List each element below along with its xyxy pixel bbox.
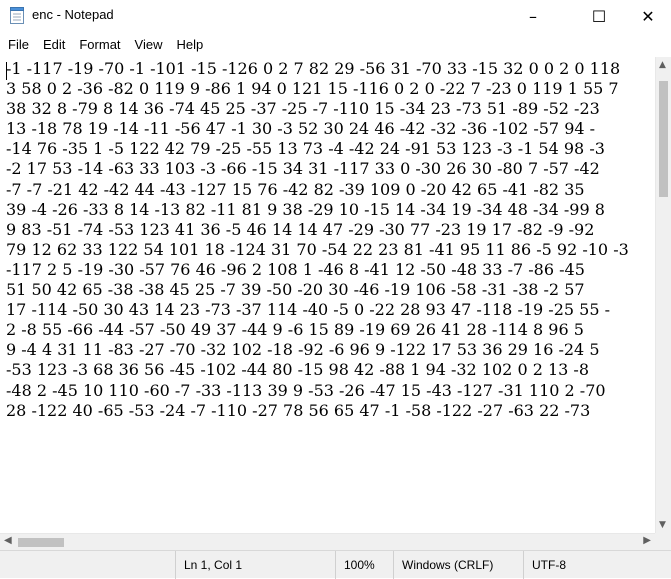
window-title: enc - Notepad	[32, 7, 114, 22]
zoom-level: 100%	[335, 551, 393, 579]
scroll-up-icon[interactable]: ▲	[659, 60, 666, 70]
editor-text[interactable]: -1 -117 -19 -70 -1 -101 -15 -126 0 2 7 8…	[6, 59, 629, 421]
cursor-position-text: Ln 1, Col 1	[184, 558, 243, 572]
menu-bar: File Edit Format View Help	[0, 34, 671, 56]
scroll-right-icon[interactable]: ▶	[643, 535, 651, 546]
encoding: UTF-8	[523, 551, 671, 579]
menu-edit[interactable]: Edit	[35, 34, 71, 56]
text-line: 13 -18 78 19 -14 -11 -56 47 -1 30 -3 52 …	[6, 119, 596, 139]
text-line: 79 12 62 33 122 54 101 18 -124 31 70 -54…	[6, 239, 629, 259]
cursor-position: Ln 1, Col 1	[175, 551, 335, 579]
text-line: 9 -4 4 31 11 -83 -27 -70 -32 102 -18 -92…	[6, 340, 600, 360]
text-line: -14 76 -35 1 -5 122 42 79 -25 -55 13 73 …	[6, 139, 605, 159]
vertical-scroll-thumb[interactable]	[659, 81, 668, 197]
title-bar[interactable]: enc - Notepad – ☐ ✕	[0, 0, 671, 32]
zoom-level-text: 100%	[344, 558, 375, 572]
menu-view[interactable]: View	[127, 34, 169, 56]
text-line: 17 -114 -50 30 43 14 23 -73 -37 114 -40 …	[6, 300, 610, 320]
maximize-button[interactable]: ☐	[576, 0, 622, 32]
vertical-scrollbar[interactable]: ▲ ▼	[655, 57, 671, 533]
text-line: 2 -8 55 -66 -44 -57 -50 49 37 -44 9 -6 1…	[6, 320, 584, 340]
line-ending: Windows (CRLF)	[393, 551, 523, 579]
menu-help[interactable]: Help	[168, 34, 209, 56]
close-button[interactable]: ✕	[625, 0, 671, 32]
horizontal-scrollbar[interactable]: ◀ ▶	[0, 533, 655, 550]
text-line: 51 50 42 65 -38 -38 45 25 -7 39 -50 -20 …	[6, 280, 585, 300]
minimize-button[interactable]: –	[510, 0, 556, 32]
text-line: 38 32 8 -79 8 14 36 -74 45 25 -37 -25 -7…	[6, 99, 600, 119]
text-editor[interactable]: -1 -117 -19 -70 -1 -101 -15 -126 0 2 7 8…	[0, 57, 655, 533]
text-line: -1 -117 -19 -70 -1 -101 -15 -126 0 2 7 8…	[6, 59, 621, 78]
text-line: -48 2 -45 10 110 -60 -7 -33 -113 39 9 -5…	[6, 380, 606, 400]
text-line: 3 58 0 2 -36 -82 0 119 9 -86 1 94 0 121 …	[6, 79, 619, 99]
horizontal-scroll-thumb[interactable]	[18, 538, 64, 547]
text-line: -7 -7 -21 42 -42 44 -43 -127 15 76 -42 8…	[6, 179, 585, 199]
scroll-down-icon[interactable]: ▼	[659, 520, 666, 530]
status-bar: Ln 1, Col 1 100% Windows (CRLF) UTF-8	[0, 550, 671, 579]
text-line: 28 -122 40 -65 -53 -24 -7 -110 -27 78 56…	[6, 400, 591, 420]
scrollbar-corner	[655, 533, 671, 550]
line-ending-text: Windows (CRLF)	[402, 558, 494, 572]
maximize-icon: ☐	[591, 6, 607, 26]
close-icon: ✕	[641, 6, 655, 26]
scroll-left-icon[interactable]: ◀	[4, 535, 12, 546]
menu-format[interactable]: Format	[71, 34, 126, 56]
text-line: 9 83 -51 -74 -53 123 41 36 -5 46 14 14 4…	[6, 219, 595, 239]
encoding-text: UTF-8	[532, 558, 566, 572]
text-line: -2 17 53 -14 -63 33 103 -3 -66 -15 34 31…	[6, 159, 600, 179]
minimize-icon: –	[529, 6, 537, 26]
text-line: 39 -4 -26 -33 8 14 -13 82 -11 81 9 38 -2…	[6, 199, 605, 219]
notepad-icon	[10, 7, 24, 24]
menu-file[interactable]: File	[0, 34, 35, 56]
text-line: -117 2 5 -19 -30 -57 76 46 -96 2 108 1 -…	[6, 259, 585, 279]
text-line: -53 123 -3 68 36 56 -45 -102 -44 80 -15 …	[6, 360, 590, 380]
text-caret	[6, 62, 7, 80]
